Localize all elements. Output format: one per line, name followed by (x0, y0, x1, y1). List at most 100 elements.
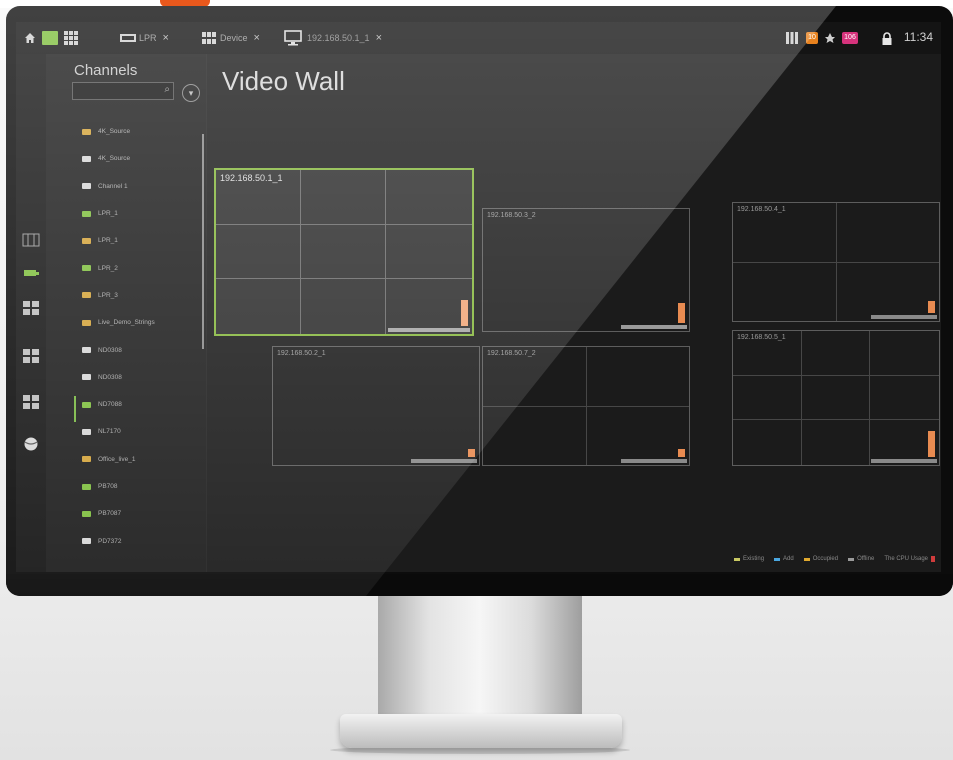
channel-item[interactable]: ND0308 (82, 364, 202, 391)
tab-video-wall[interactable]: 192.168.50.1_1 × (284, 29, 382, 47)
search-icon: ⌕ (164, 84, 170, 95)
message-icon: 106 (842, 32, 858, 44)
tab-lpr[interactable]: LPR × (120, 29, 169, 47)
channel-search-input[interactable]: ⌕ (72, 82, 174, 100)
channel-label: LPR_3 (98, 291, 118, 299)
channel-item[interactable]: PD7372 (82, 527, 202, 554)
channel-item[interactable]: LPR_3 (82, 282, 202, 309)
channel-label: Channel 1 (98, 182, 128, 190)
wall-label: 192.168.50.5_1 (737, 334, 786, 341)
legend-swatch (848, 557, 855, 561)
channel-item[interactable]: Live_Demo_Strings (82, 309, 202, 336)
monitor-stand-base (340, 714, 622, 748)
filter-icon: ▾ (188, 88, 194, 98)
monitor-stand-neck (378, 596, 582, 714)
grid-line (733, 375, 939, 377)
channel-item[interactable]: Office_live_1 (82, 446, 202, 473)
video-wall-4[interactable]: 192.168.50.2_1 (272, 346, 480, 466)
monitor-bezel: LPR × Device × 192.168.50.1_1 × 10 106 1… (6, 6, 953, 596)
alarm-icon (825, 33, 835, 43)
tab-video-wall-label: 192.168.50.1_1 (307, 33, 370, 43)
wall-status-bar (621, 459, 687, 463)
grid-line (800, 331, 802, 465)
channel-item[interactable]: PB708 (82, 473, 202, 500)
channel-label: ND7088 (98, 401, 122, 409)
bullet-camera-icon (82, 510, 91, 517)
layout-icon[interactable] (22, 348, 40, 364)
left-rail (16, 54, 46, 572)
lpr-icon (120, 34, 136, 42)
home-button[interactable] (24, 29, 36, 47)
channel-label: ND0308 (98, 373, 122, 381)
cpu-meter (468, 449, 475, 457)
camera-icon[interactable] (22, 264, 40, 280)
channel-item[interactable]: ND0308 (82, 336, 202, 363)
wall-status-bar (621, 325, 687, 329)
channel-label: LPR_1 (98, 210, 118, 218)
video-wall-2[interactable]: 192.168.50.3_2 (482, 208, 690, 332)
legend-swatch (803, 557, 810, 561)
grid-layout-button[interactable] (64, 29, 78, 47)
channel-item[interactable]: LPR_1 (82, 200, 202, 227)
grid-view-icon[interactable] (22, 232, 40, 248)
channel-item[interactable]: NL7170 (82, 418, 202, 445)
monitor-chin (6, 574, 953, 596)
grid-line (216, 278, 472, 280)
grid-line (868, 331, 870, 465)
filter-button[interactable]: ▾ (182, 84, 200, 102)
alarm-status[interactable] (824, 29, 836, 47)
legend-item: The CPU Usage (884, 556, 935, 562)
vms-screen: LPR × Device × 192.168.50.1_1 × 10 106 1… (16, 22, 941, 572)
wall-status-bar (411, 459, 477, 463)
channel-label: 4K_Source (98, 155, 131, 163)
wall-status-bar (871, 459, 937, 463)
video-wall-1[interactable]: 192.168.50.1_1 (214, 168, 474, 336)
legend-label: Offline (857, 556, 875, 562)
wall-label: 192.168.50.7_2 (487, 350, 536, 357)
globe-icon[interactable] (22, 436, 40, 452)
event-status[interactable]: 10 (802, 29, 818, 47)
legend-label: The CPU Usage (884, 556, 928, 562)
grid-line (300, 170, 302, 334)
server-status[interactable] (786, 29, 798, 47)
dome-camera-icon (82, 319, 91, 326)
live-view-button[interactable] (42, 29, 58, 47)
channel-item[interactable]: 4K_Source (82, 118, 202, 145)
selection-indicator (74, 396, 76, 422)
grid-line (733, 419, 939, 421)
legend-label: Occupied (812, 556, 839, 562)
legend-item: Existing (734, 556, 764, 562)
channel-item[interactable]: Channel 1 (82, 173, 202, 200)
grid-line (384, 170, 386, 334)
tab-device[interactable]: Device × (202, 29, 260, 47)
close-icon[interactable]: × (376, 32, 382, 44)
message-status[interactable]: 106 (838, 29, 858, 47)
cpu-meter (461, 300, 468, 326)
channels-panel: Channels ⌕ ▾ 4K_Source 4K_Source Channel… (46, 54, 207, 572)
channel-item[interactable]: LPR_1 (82, 227, 202, 254)
video-wall-3[interactable]: 192.168.50.4_1 (732, 202, 940, 322)
channel-scrollbar[interactable] (202, 134, 204, 349)
tab-device-label: Device (220, 33, 248, 43)
live-view-icon (42, 31, 58, 45)
channels-title: Channels (74, 62, 138, 79)
layout-icon[interactable] (22, 394, 40, 410)
channel-label: Office_live_1 (98, 455, 136, 463)
channel-item[interactable]: 4K_Source (82, 145, 202, 172)
close-icon[interactable]: × (254, 32, 260, 44)
clock: 11:34 (903, 30, 933, 44)
channel-list: 4K_Source 4K_Source Channel 1 LPR_1 LPR_… (82, 118, 202, 555)
layout-icon[interactable] (22, 300, 40, 316)
legend-swatch (734, 557, 741, 561)
wall-legend: Existing Add Occupied Offline The CPU Us… (734, 556, 935, 562)
video-wall-5[interactable]: 192.168.50.7_2 (482, 346, 690, 466)
channel-item[interactable]: PB7087 (82, 500, 202, 527)
legend-item: Add (774, 556, 794, 562)
channel-label: PB7087 (98, 510, 122, 518)
channel-item[interactable]: LPR_2 (82, 254, 202, 281)
close-icon[interactable]: × (163, 32, 169, 44)
channel-item[interactable]: ND7088 (82, 391, 202, 418)
wall-label: 192.168.50.4_1 (737, 206, 786, 213)
video-wall-6[interactable]: 192.168.50.5_1 (732, 330, 940, 466)
lock-button[interactable] (882, 29, 892, 47)
